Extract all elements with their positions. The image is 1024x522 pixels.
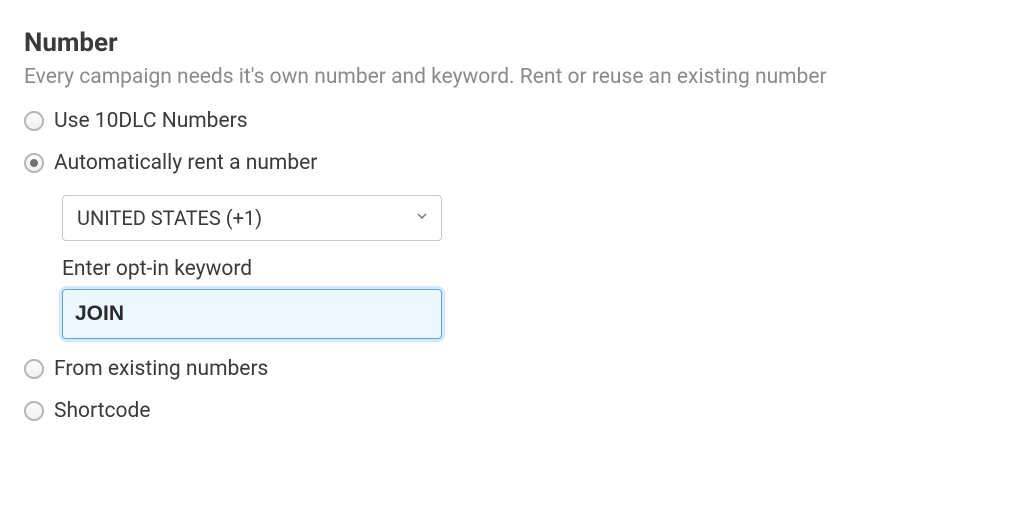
radio-option-existing[interactable]: From existing numbers bbox=[24, 357, 1000, 381]
radio-option-auto-rent[interactable]: Automatically rent a number bbox=[24, 151, 1000, 175]
country-select-value: UNITED STATES (+1) bbox=[62, 195, 442, 241]
auto-rent-fields: UNITED STATES (+1) Enter opt-in keyword bbox=[24, 195, 1000, 339]
radio-label-auto-rent: Automatically rent a number bbox=[54, 151, 317, 175]
radio-icon bbox=[24, 401, 44, 421]
section-description: Every campaign needs it's own number and… bbox=[24, 64, 1000, 91]
country-select[interactable]: UNITED STATES (+1) bbox=[62, 195, 442, 241]
radio-label-existing: From existing numbers bbox=[54, 357, 268, 381]
radio-label-10dlc: Use 10DLC Numbers bbox=[54, 109, 248, 133]
keyword-field-group: Enter opt-in keyword bbox=[62, 257, 1000, 339]
keyword-field-label: Enter opt-in keyword bbox=[62, 257, 1000, 281]
radio-icon bbox=[24, 111, 44, 131]
radio-icon bbox=[24, 153, 44, 173]
number-section: Number Every campaign needs it's own num… bbox=[24, 28, 1000, 423]
radio-option-shortcode[interactable]: Shortcode bbox=[24, 399, 1000, 423]
keyword-input[interactable] bbox=[62, 289, 442, 339]
radio-option-10dlc[interactable]: Use 10DLC Numbers bbox=[24, 109, 1000, 133]
section-title: Number bbox=[24, 28, 1000, 58]
radio-icon bbox=[24, 359, 44, 379]
number-radio-group: Use 10DLC Numbers Automatically rent a n… bbox=[24, 109, 1000, 423]
radio-label-shortcode: Shortcode bbox=[54, 399, 150, 423]
